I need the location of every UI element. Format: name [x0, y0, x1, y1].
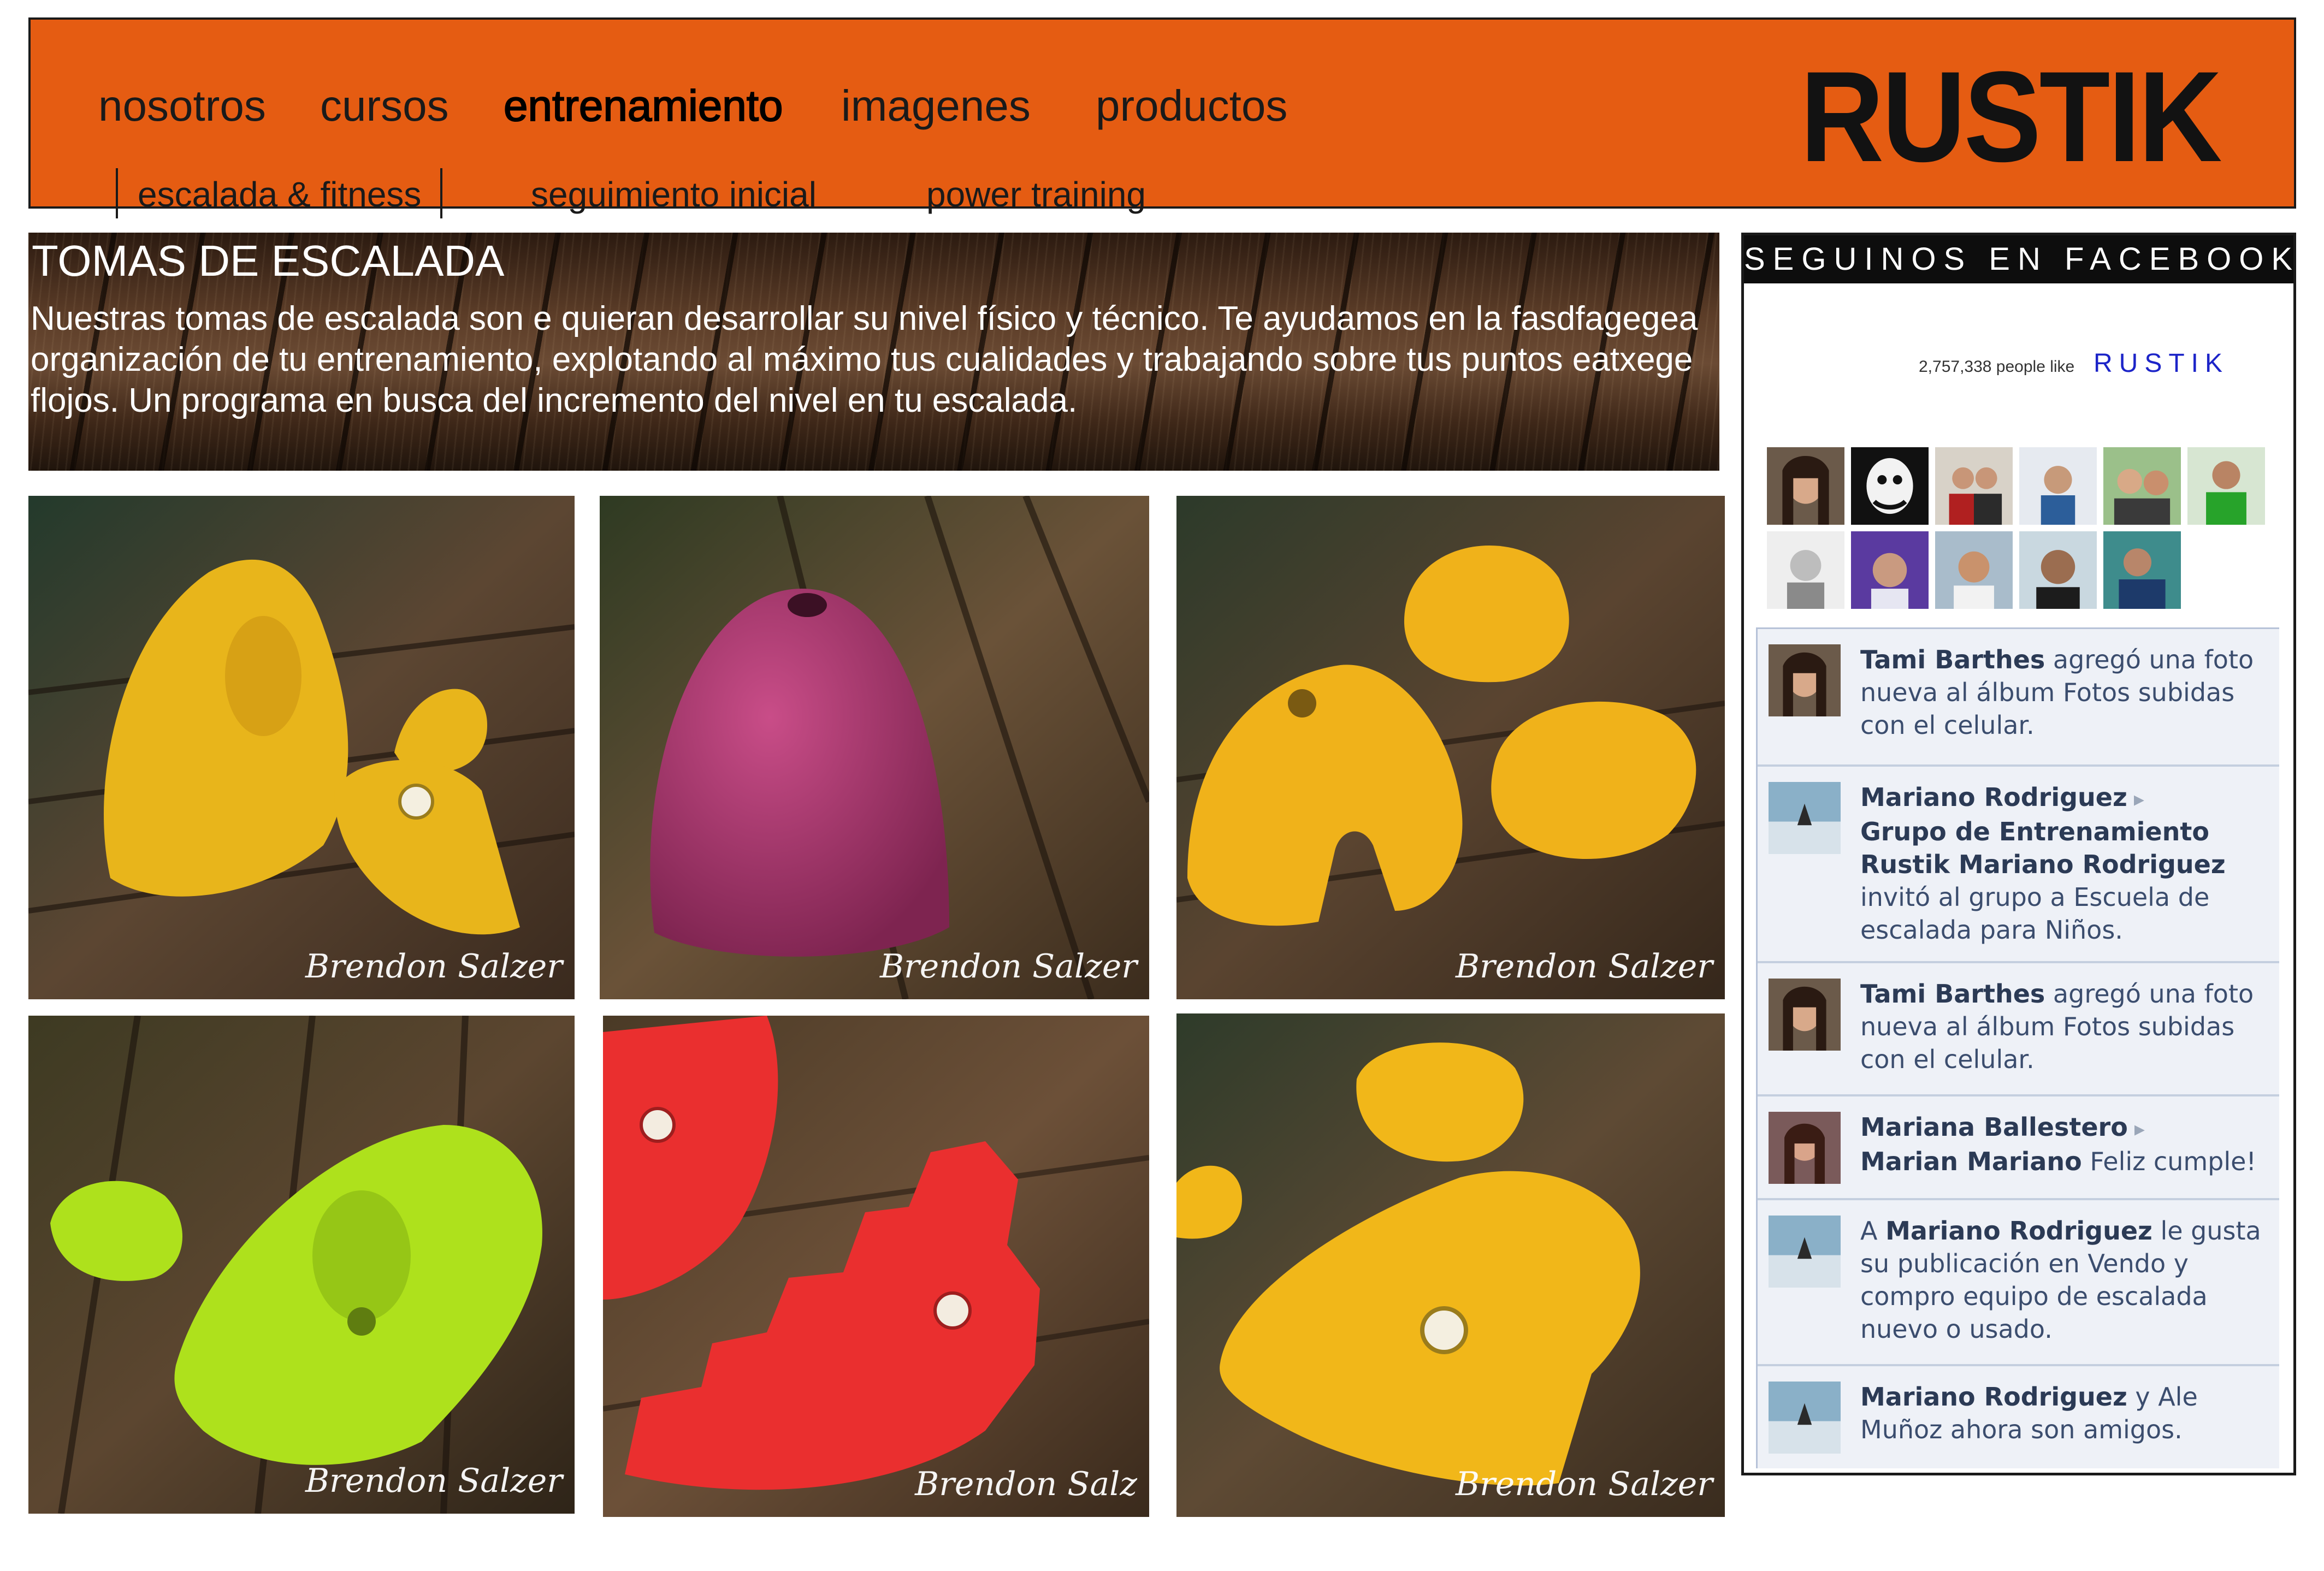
fan-avatar[interactable] — [2019, 447, 2097, 525]
intro-text: Nuestras tomas de escalada son e quieran… — [31, 300, 1698, 419]
facebook-like-box: SEGUINOS EN FACEBOOK 2,757,338 people li… — [1741, 233, 2296, 1475]
arrow-right-icon: ▸ — [2127, 787, 2144, 811]
climbing-hold-image — [28, 496, 575, 999]
climbing-hold-image — [1176, 1013, 1725, 1517]
photo-credit: Brendon Salzer — [1455, 947, 1713, 986]
intro-banner: TOMAS DE ESCALADA Nuestras tomas de esca… — [28, 233, 1719, 471]
story-target[interactable]: Grupo de Entrenamiento Rustik Mariano Ro… — [1860, 817, 2226, 879]
subnav-item-seguimiento-inicial[interactable]: seguimiento inicial — [531, 177, 817, 212]
climbing-hold-image — [1176, 496, 1725, 999]
photo-credit: Brendon Salzer — [1455, 1465, 1713, 1503]
fan-avatar[interactable] — [2019, 531, 2097, 609]
story-text: Mariano Rodriguez ▸ Grupo de Entrenamient… — [1860, 781, 2275, 946]
fan-avatar[interactable] — [1851, 531, 1929, 609]
story-actor[interactable]: Mariano Rodriguez — [1860, 782, 2127, 812]
story-text: Mariano Rodriguez y Ale Muñoz ahora son … — [1860, 1380, 2275, 1446]
fan-avatar[interactable] — [1767, 447, 1844, 525]
fan-avatar[interactable] — [1767, 531, 1844, 609]
fan-avatar[interactable] — [1935, 447, 2013, 525]
facebook-page-link[interactable]: RUSTIK — [2094, 345, 2229, 383]
story-body: Feliz cumple! — [2081, 1147, 2256, 1176]
story-text: Tami Barthes agregó una foto nueva al ál… — [1860, 643, 2275, 742]
story-actor[interactable]: Mariana Ballestero — [1860, 1112, 2128, 1142]
story-text: Tami Barthes agregó una foto nueva al ál… — [1860, 977, 2275, 1076]
gallery-photo[interactable]: Brendon Salzer — [1176, 496, 1725, 999]
story-text: A Mariano Rodriguez le gusta su publicac… — [1860, 1214, 2275, 1345]
story-avatar[interactable] — [1769, 1216, 1841, 1288]
feed-story[interactable]: Mariano Rodriguez ▸ Grupo de Entrenamient… — [1758, 767, 2279, 963]
facebook-box-header: SEGUINOS EN FACEBOOK — [1744, 235, 2293, 283]
submenu-divider — [440, 168, 442, 218]
site-header: nosotros cursos entrenamiento imagenes p… — [28, 17, 2296, 218]
story-actor[interactable]: Tami Barthes — [1860, 979, 2045, 1009]
story-avatar[interactable] — [1769, 644, 1841, 716]
section-title: TOMAS DE ESCALADA — [32, 236, 505, 285]
feed-story[interactable]: Tami Barthes agregó una foto nueva al ál… — [1758, 629, 2279, 767]
story-actor[interactable]: Mariano Rodriguez — [1860, 1382, 2127, 1412]
submenu-divider — [116, 168, 118, 218]
brand-logo[interactable]: RUSTIK — [1800, 52, 2222, 181]
feed-story[interactable]: Mariano Rodriguez y Ale Muñoz ahora son … — [1758, 1366, 2279, 1468]
subnav-item-power-training[interactable]: power training — [926, 177, 1146, 212]
story-avatar[interactable] — [1769, 782, 1841, 854]
story-prefix: A — [1860, 1216, 1886, 1246]
fan-avatar[interactable] — [2187, 447, 2265, 525]
climbing-hold-image — [28, 1016, 575, 1514]
fan-avatar[interactable] — [2103, 531, 2181, 609]
gallery-photo[interactable]: Brendon Salzer — [1176, 1013, 1725, 1517]
climbing-hold-image — [600, 496, 1149, 999]
story-avatar[interactable] — [1769, 1112, 1841, 1184]
story-actor[interactable]: Mariano Rodriguez — [1885, 1216, 2152, 1246]
climbing-hold-image — [603, 1016, 1149, 1517]
nav-item-productos[interactable]: productos — [1096, 84, 1287, 128]
story-body: invitó al grupo a Escuela de escalada pa… — [1860, 882, 2210, 945]
subnav-item-escalada-fitness[interactable]: escalada & fitness — [138, 177, 421, 212]
nav-item-cursos[interactable]: cursos — [320, 84, 449, 128]
fan-avatar[interactable] — [1935, 531, 2013, 609]
photo-credit: Brendon Salzer — [879, 947, 1137, 986]
story-target[interactable]: Marian Mariano — [1860, 1147, 2082, 1176]
story-avatar[interactable] — [1769, 979, 1841, 1051]
photo-credit: Brendon Salz — [915, 1465, 1137, 1503]
nav-item-nosotros[interactable]: nosotros — [98, 84, 266, 128]
gallery-photo[interactable]: Brendon Salzer — [600, 496, 1149, 999]
facebook-activity-feed[interactable]: Tami Barthes agregó una foto nueva al ál… — [1756, 627, 2279, 1468]
facebook-like-count: 2,757,338 people like — [1919, 358, 2075, 376]
feed-story[interactable]: Mariana Ballestero ▸ Marian Mariano Feliz… — [1758, 1096, 2279, 1200]
fan-avatar[interactable] — [2103, 447, 2181, 525]
fan-avatar[interactable] — [1851, 447, 1929, 525]
photo-credit: Brendon Salzer — [305, 947, 563, 986]
feed-story[interactable]: Tami Barthes agregó una foto nueva al ál… — [1758, 963, 2279, 1096]
nav-item-imagenes[interactable]: imagenes — [841, 84, 1031, 128]
gallery-photo[interactable]: Brendon Salz — [603, 1016, 1149, 1517]
feed-story[interactable]: A Mariano Rodriguez le gusta su publicac… — [1758, 1200, 2279, 1366]
arrow-right-icon: ▸ — [2127, 1117, 2145, 1141]
photo-credit: Brendon Salzer — [305, 1462, 563, 1500]
nav-item-entrenamiento[interactable]: entrenamiento — [503, 84, 783, 128]
gallery-photo[interactable]: Brendon Salzer — [28, 1016, 575, 1514]
story-avatar[interactable] — [1769, 1382, 1841, 1454]
gallery-photo[interactable]: Brendon Salzer — [28, 496, 575, 999]
story-text: Mariana Ballestero ▸ Marian Mariano Feliz… — [1860, 1111, 2275, 1178]
story-actor[interactable]: Tami Barthes — [1860, 645, 2045, 674]
